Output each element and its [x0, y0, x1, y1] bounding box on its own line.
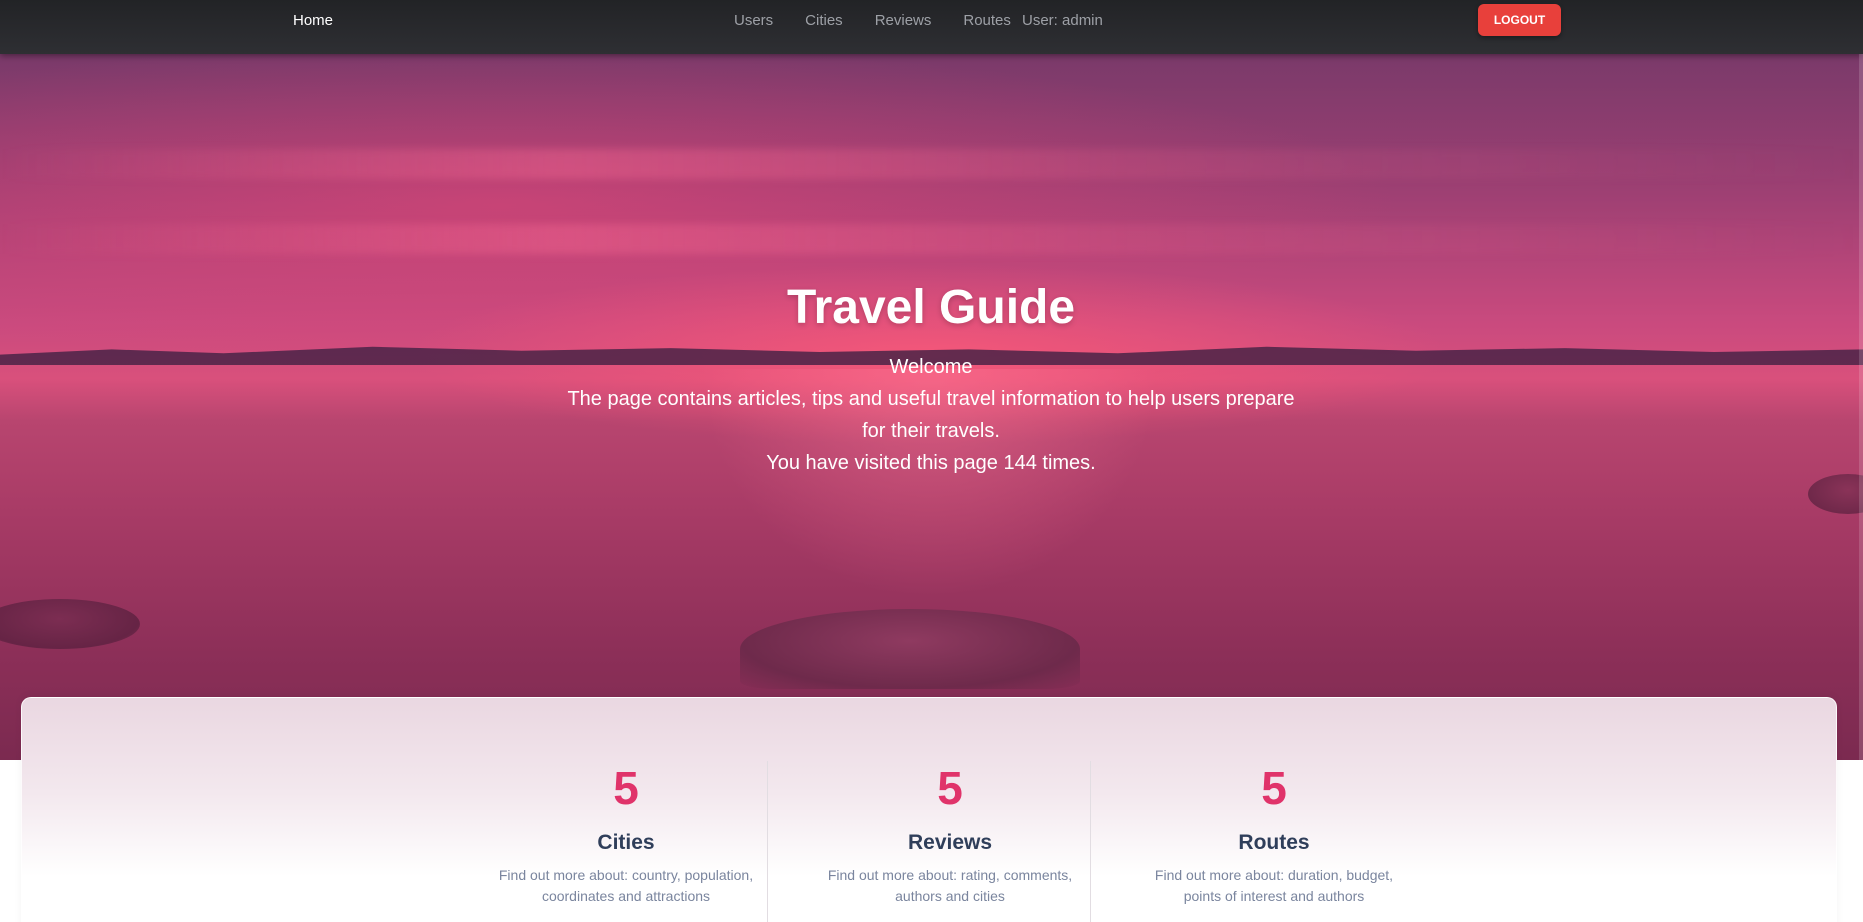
nav-links: Users Cities Reviews Routes [734, 12, 1011, 29]
nav-link-cities[interactable]: Cities [805, 12, 843, 29]
stat-title: Routes [1238, 831, 1310, 854]
stat-routes: 5 Routes Find out more about: duration, … [1124, 761, 1424, 907]
stat-cities: 5 Cities Find out more about: country, p… [476, 761, 776, 907]
stat-description: Find out more about: rating, comments, a… [827, 867, 1073, 904]
current-user-label: User: admin [1022, 12, 1103, 29]
stat-title: Cities [597, 831, 655, 854]
stat-divider [1090, 761, 1091, 922]
page-title: Travel Guide [786, 281, 1076, 334]
stat-description: Find out more about: country, population… [498, 867, 754, 904]
hero-cloud-band [0, 149, 1863, 179]
navbar: Home Users Cities Reviews Routes User: a… [0, 0, 1863, 54]
nav-link-routes[interactable]: Routes [963, 12, 1011, 29]
hero-rock [1808, 474, 1863, 514]
stat-divider [767, 761, 768, 922]
nav-link-users[interactable]: Users [734, 12, 773, 29]
stat-number: 5 [613, 762, 639, 814]
hero-rock [0, 599, 140, 649]
stat-reviews: 5 Reviews Find out more about: rating, c… [800, 761, 1100, 907]
welcome-text: Welcome [889, 355, 973, 378]
stats-card: 5 Cities Find out more about: country, p… [21, 697, 1837, 922]
scrollbar[interactable] [1859, 54, 1863, 922]
stat-title: Reviews [907, 831, 993, 854]
logout-button[interactable]: LOGOUT [1478, 4, 1561, 36]
visit-counter: You have visited this page 144 times. [766, 451, 1096, 474]
hero-description: The page contains articles, tips and use… [567, 387, 1295, 442]
hero-rock [740, 609, 1080, 689]
hero-banner: Travel Guide Welcome The page contains a… [0, 54, 1863, 760]
stat-number: 5 [1261, 762, 1287, 814]
nav-link-reviews[interactable]: Reviews [875, 12, 932, 29]
stat-number: 5 [937, 762, 963, 814]
stat-description: Find out more about: duration, budget, p… [1154, 867, 1394, 904]
hero-cloud-band [0, 224, 1863, 254]
nav-home-link[interactable]: Home [293, 12, 333, 29]
hero-content: Travel Guide Welcome The page contains a… [531, 281, 1331, 479]
